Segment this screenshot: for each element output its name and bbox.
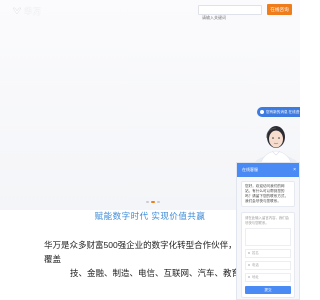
chat-welcome-message: 您好，欢迎访问我们的网站，有什么可以帮到您的吗？请留下您的联系方式，我们会尽快与… [241,181,295,207]
form-hint: 请在此输入留言内容，我们会尽快与您联系。 [245,216,290,225]
message-textarea[interactable] [245,228,291,246]
site-logo[interactable]: 华万 [12,5,42,17]
chat-message-form: 请在此输入留言内容，我们会尽快与您联系。 姓名 电话 地址 提交 [241,212,295,298]
consult-button[interactable]: 在线咨询 [267,4,292,15]
submit-button[interactable]: 提交 [245,286,291,294]
name-field[interactable]: 姓名 [245,249,291,258]
phone-field[interactable]: 电话 [245,261,291,270]
chat-bubble-icon [260,110,264,114]
search-input[interactable] [199,13,261,22]
carousel-dot-active[interactable] [151,201,155,203]
chat-widget: 在线客服 × 您好，欢迎访问我们的网站，有什么可以帮到您的吗？请留下您的联系方式… [236,162,300,300]
search-box [198,5,262,22]
logo-text: 华万 [24,6,42,16]
chat-title: 在线客服 [242,167,258,172]
logo-icon [12,7,22,15]
carousel-dot[interactable] [146,201,149,203]
carousel-dot[interactable] [157,201,160,203]
address-field[interactable]: 地址 [245,273,291,282]
online-tag-label: 您有新的消息 在线咨询 [266,110,300,114]
chat-header: 在线客服 × [237,163,299,177]
carousel-dots [146,201,160,203]
close-icon[interactable]: × [293,163,296,177]
online-consult-tag[interactable]: 您有新的消息 在线咨询 [257,107,300,117]
customer-service-avatar [254,126,298,167]
